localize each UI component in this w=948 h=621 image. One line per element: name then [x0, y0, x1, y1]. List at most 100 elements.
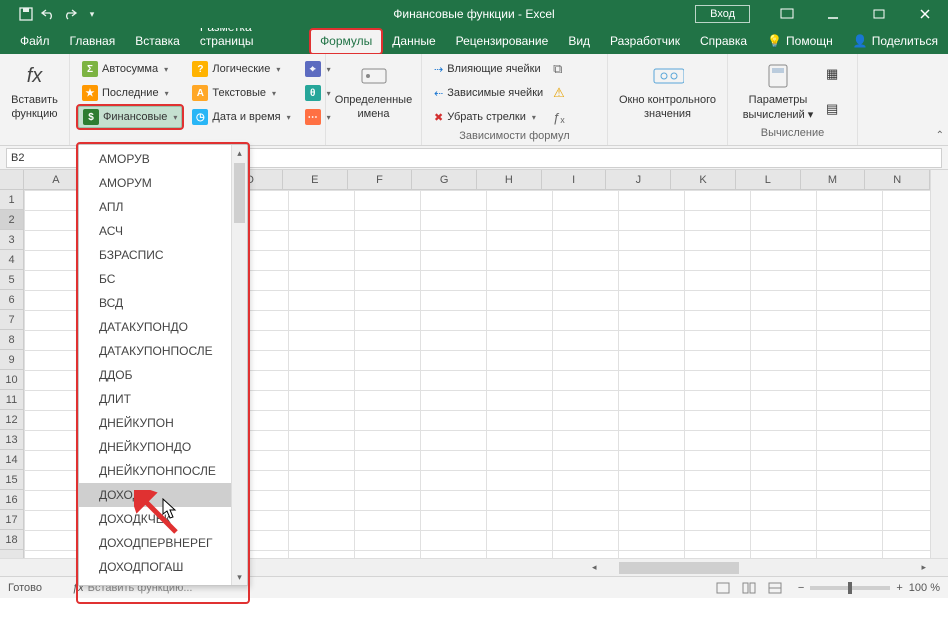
datetime-button[interactable]: ◷Дата и время▾: [188, 106, 294, 128]
scroll-up-icon[interactable]: ▴: [232, 145, 247, 161]
qat-customize-icon[interactable]: ▾: [84, 6, 100, 22]
row-header[interactable]: 6: [0, 290, 23, 310]
remove-arrows-button[interactable]: ✖Убрать стрелки▾: [430, 106, 547, 128]
tab-developer[interactable]: Разработчик: [600, 29, 690, 54]
tab-help[interactable]: Справка: [690, 29, 757, 54]
view-page-break-icon[interactable]: [763, 580, 787, 596]
dropdown-item[interactable]: ДОХОДПЕРВНЕРЕГ: [79, 531, 247, 555]
row-header[interactable]: 8: [0, 330, 23, 350]
row-header[interactable]: 17: [0, 510, 23, 530]
show-formulas-icon[interactable]: ⧉: [553, 61, 565, 77]
financial-button[interactable]: $Финансовые▾: [78, 106, 182, 128]
tab-file[interactable]: Файл: [10, 29, 60, 54]
col-header[interactable]: M: [801, 170, 866, 189]
name-box[interactable]: B2: [6, 148, 78, 168]
dropdown-item[interactable]: ДОХОД: [79, 483, 247, 507]
h-scrollbar-thumb[interactable]: [619, 562, 739, 574]
row-header[interactable]: 7: [0, 310, 23, 330]
row-header[interactable]: 15: [0, 470, 23, 490]
dropdown-item[interactable]: ДДОБ: [79, 363, 247, 387]
dropdown-item[interactable]: ДЛИТ: [79, 387, 247, 411]
row-header[interactable]: 10: [0, 370, 23, 390]
dropdown-item[interactable]: ДОХОДКЧЕК: [79, 507, 247, 531]
calc-options-button[interactable]: Параметры вычислений ▾: [736, 58, 820, 125]
scroll-left-icon[interactable]: ◂: [588, 562, 601, 573]
zoom-in-icon[interactable]: +: [896, 582, 902, 594]
view-normal-icon[interactable]: [711, 580, 735, 596]
collapse-ribbon-icon[interactable]: ⌃: [936, 130, 944, 141]
watch-window-button[interactable]: Окно контрольного значения: [616, 58, 719, 125]
autosum-button[interactable]: ΣАвтосумма▾: [78, 58, 182, 80]
row-headers[interactable]: 123456789101112131415161718: [0, 190, 24, 558]
trace-dependents-button[interactable]: ⇠Зависимые ячейки: [430, 82, 547, 104]
dropdown-item[interactable]: АСЧ: [79, 219, 247, 243]
recent-button[interactable]: ★Последние▾: [78, 82, 182, 104]
col-header[interactable]: F: [348, 170, 413, 189]
text-button[interactable]: AТекстовые▾: [188, 82, 294, 104]
minimize-icon[interactable]: [810, 0, 856, 28]
row-header[interactable]: 9: [0, 350, 23, 370]
col-header[interactable]: N: [865, 170, 930, 189]
col-header[interactable]: H: [477, 170, 542, 189]
dropdown-scrollbar[interactable]: ▴ ▾: [231, 145, 247, 585]
share-button[interactable]: 👤Поделиться: [843, 29, 948, 54]
dropdown-item[interactable]: АМОРУМ: [79, 171, 247, 195]
redo-icon[interactable]: [62, 6, 78, 22]
tab-review[interactable]: Рецензирование: [446, 29, 559, 54]
insert-function-button[interactable]: fx Вставить функцию: [8, 58, 61, 125]
tab-data[interactable]: Данные: [382, 29, 445, 54]
dropdown-item[interactable]: ДАТАКУПОНПОСЛЕ: [79, 339, 247, 363]
dropdown-item[interactable]: ДОХОДПОГАШ: [79, 555, 247, 579]
row-header[interactable]: 4: [0, 250, 23, 270]
col-header[interactable]: L: [736, 170, 801, 189]
col-header[interactable]: G: [412, 170, 477, 189]
tab-formulas[interactable]: Формулы: [310, 29, 382, 54]
dropdown-item[interactable]: АПЛ: [79, 195, 247, 219]
ribbon-display-icon[interactable]: [764, 0, 810, 28]
close-icon[interactable]: [902, 0, 948, 28]
login-button[interactable]: Вход: [695, 5, 750, 23]
dropdown-item[interactable]: ДАТАКУПОНДО: [79, 315, 247, 339]
dropdown-item[interactable]: ДОХОДПОСЛНЕРЕГ: [79, 579, 247, 585]
tab-insert[interactable]: Вставка: [125, 29, 190, 54]
scrollbar-thumb[interactable]: [234, 163, 245, 223]
dropdown-item[interactable]: ДНЕЙКУПОН: [79, 411, 247, 435]
tell-me[interactable]: 💡Помощн: [757, 29, 843, 54]
maximize-icon[interactable]: [856, 0, 902, 28]
zoom-slider[interactable]: [810, 586, 890, 590]
row-header[interactable]: 12: [0, 410, 23, 430]
tab-home[interactable]: Главная: [60, 29, 126, 54]
error-check-icon[interactable]: ⚠: [553, 85, 565, 101]
select-all-corner[interactable]: [0, 170, 24, 190]
row-header[interactable]: 13: [0, 430, 23, 450]
row-header[interactable]: 1: [0, 190, 23, 210]
dropdown-item[interactable]: ВСД: [79, 291, 247, 315]
col-header[interactable]: I: [542, 170, 607, 189]
dropdown-item[interactable]: АМОРУВ: [79, 147, 247, 171]
scroll-right-icon[interactable]: ▸: [917, 562, 930, 573]
dropdown-item[interactable]: БС: [79, 267, 247, 291]
trace-precedents-button[interactable]: ⇢Влияющие ячейки: [430, 58, 547, 80]
dropdown-item[interactable]: ДНЕЙКУПОНПОСЛЕ: [79, 459, 247, 483]
defined-names-button[interactable]: Определенные имена: [334, 58, 413, 125]
vertical-scrollbar[interactable]: [930, 170, 948, 558]
evaluate-icon[interactable]: ƒₓ: [553, 110, 565, 125]
tab-view[interactable]: Вид: [558, 29, 600, 54]
row-header[interactable]: 16: [0, 490, 23, 510]
calc-now-icon[interactable]: ▦: [826, 66, 838, 82]
col-header[interactable]: K: [671, 170, 736, 189]
dropdown-item[interactable]: ДНЕЙКУПОНДО: [79, 435, 247, 459]
col-header[interactable]: J: [606, 170, 671, 189]
row-header[interactable]: 11: [0, 390, 23, 410]
view-page-layout-icon[interactable]: [737, 580, 761, 596]
row-header[interactable]: 14: [0, 450, 23, 470]
row-header[interactable]: 5: [0, 270, 23, 290]
col-header[interactable]: E: [283, 170, 348, 189]
logical-button[interactable]: ?Логические▾: [188, 58, 294, 80]
row-header[interactable]: 3: [0, 230, 23, 250]
calc-sheet-icon[interactable]: ▤: [826, 101, 838, 117]
row-header[interactable]: 2: [0, 210, 23, 230]
row-header[interactable]: 18: [0, 530, 23, 550]
undo-icon[interactable]: [40, 6, 56, 22]
save-icon[interactable]: [18, 6, 34, 22]
